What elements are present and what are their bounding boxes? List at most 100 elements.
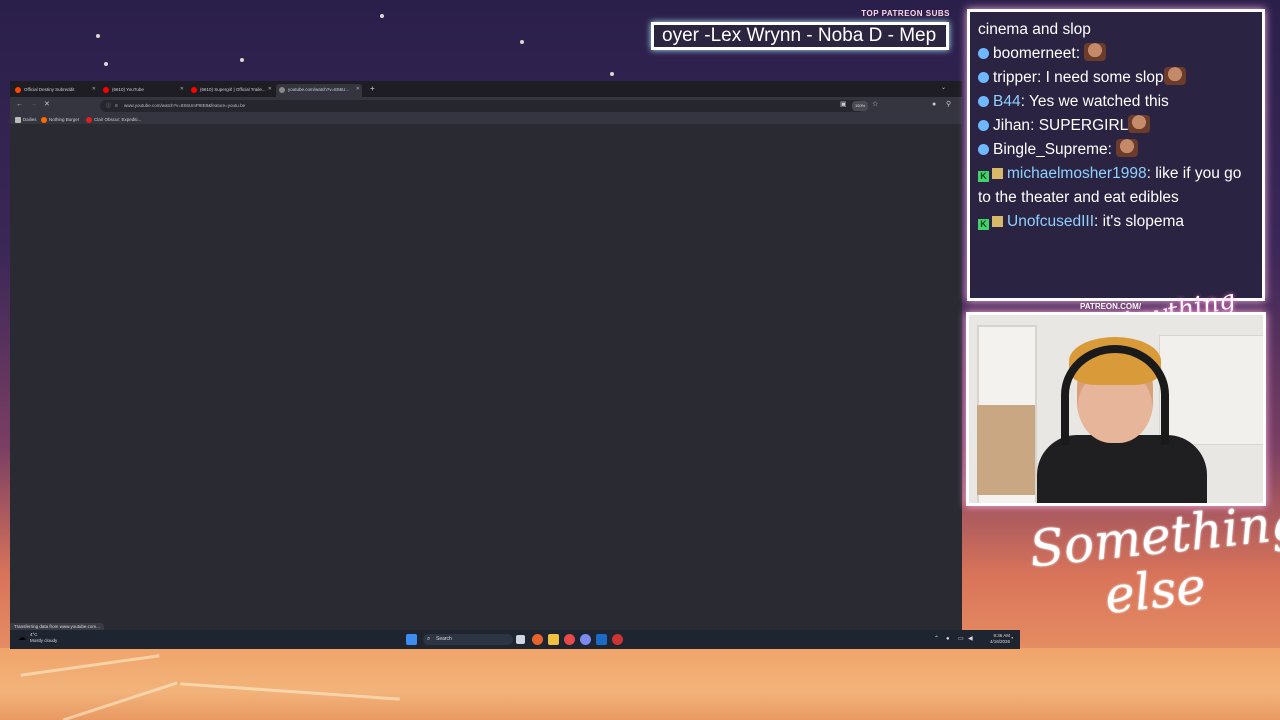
tab-active-youtube-watch[interactable]: youtube.com/watch?v=8S6U... ✕	[276, 84, 362, 97]
weather-desc: Mostly cloudy	[30, 638, 58, 643]
chevron-down-icon[interactable]: ⌄	[941, 84, 946, 91]
chat-text: I need some slop	[1045, 69, 1164, 86]
star	[104, 62, 108, 66]
chat-username[interactable]: B44	[993, 93, 1021, 110]
brave-browser-icon[interactable]	[532, 634, 543, 645]
page-viewport[interactable]	[10, 125, 962, 630]
chat-separator: :	[1094, 213, 1103, 230]
bookmark-dailies[interactable]: Dailies	[15, 115, 37, 125]
zoom-badge[interactable]: 150%	[852, 101, 869, 111]
reddit-icon	[15, 87, 21, 93]
weather-widget[interactable]: 4°C Mostly cloudy	[30, 632, 57, 644]
cast-icon[interactable]: ▣	[840, 101, 847, 109]
folder-icon	[15, 117, 21, 123]
chat-username[interactable]: boomerneet	[993, 45, 1076, 62]
app-icon[interactable]	[580, 634, 591, 645]
file-explorer-icon[interactable]	[548, 634, 559, 645]
windows-start-icon[interactable]	[406, 634, 417, 645]
extension-icon[interactable]: ●	[932, 101, 936, 109]
chat-separator: :	[1146, 165, 1156, 182]
url-text: www.youtube.com/watch?v=8S6UmP8tE8&featu…	[124, 103, 246, 108]
chat-message: boomerneet:	[978, 42, 1254, 66]
bookmark-favicon-icon	[86, 117, 92, 123]
room-shelf	[977, 405, 1035, 495]
tab-youtube[interactable]: (6610) YouTube ✕	[100, 84, 186, 97]
weather-cloud-icon[interactable]: ☁	[18, 633, 26, 643]
search-label: Search	[436, 636, 452, 642]
network-icon[interactable]: ▭	[958, 634, 964, 645]
bookmark-label: Dailies	[23, 117, 37, 122]
star-icon[interactable]: ☆	[872, 101, 878, 109]
tab-destiny-subreddit[interactable]: Official Destiny Subreddit ✕	[12, 84, 98, 97]
prime-badge-icon	[978, 120, 989, 131]
stream-chat-box: cinema and slop boomerneet: tripper: I ne…	[967, 9, 1265, 301]
tab-bar: Official Destiny Subreddit ✕ (6610) YouT…	[10, 81, 962, 97]
notification-icon[interactable]: ◔	[1010, 634, 1014, 645]
clock-date: 4/16/2026	[989, 639, 1010, 644]
browser-toolbar: ← → ✕ ⓘ ≡ www.youtube.com/watch?v=8S6UmP…	[10, 97, 962, 115]
chat-separator: :	[1030, 117, 1039, 134]
task-view-icon[interactable]	[516, 635, 525, 644]
tab-supergirl-trailer[interactable]: (6610) Supergirl | Official Traile... ✕	[188, 84, 274, 97]
steam-icon[interactable]	[596, 634, 607, 645]
close-icon[interactable]: ✕	[180, 84, 184, 95]
chevron-up-icon[interactable]: ⌃	[934, 634, 939, 645]
address-bar[interactable]: ⓘ ≡ www.youtube.com/watch?v=8S6UmP8tE8&f…	[100, 100, 864, 112]
bookmark-nothing-burger[interactable]: Nothing Burger	[41, 115, 79, 125]
emote-icon	[1128, 115, 1151, 133]
new-tab-button[interactable]: +	[370, 84, 375, 94]
tune-icon[interactable]: ≡	[115, 100, 118, 112]
prime-badge-icon	[978, 72, 989, 83]
tab-label: (6610) Supergirl | Official Traile...	[200, 87, 266, 92]
tab-label: Official Destiny Subreddit	[24, 87, 75, 92]
chat-username[interactable]: Bingle_Supreme	[993, 141, 1108, 158]
prime-badge-icon	[978, 96, 989, 107]
bookmark-clair-obscur[interactable]: Clair Obscur: Expediti...	[86, 115, 141, 125]
sub-badge-icon	[992, 168, 1003, 179]
star	[240, 58, 244, 62]
tab-label: (6610) YouTube	[112, 87, 144, 92]
chat-text: Yes we watched this	[1028, 93, 1169, 110]
star	[520, 40, 524, 44]
chat-separator: :	[1075, 45, 1085, 62]
chat-username[interactable]: Jihan	[993, 117, 1030, 134]
microphone-icon[interactable]: ●	[946, 634, 950, 645]
prime-badge-icon	[978, 144, 989, 155]
close-icon[interactable]: ✕	[268, 84, 272, 95]
headset	[1061, 345, 1169, 445]
chat-separator: :	[1107, 141, 1117, 158]
kick-badge-icon: K	[978, 171, 989, 182]
windows-taskbar: ☁ 4°C Mostly cloudy ⌕ Search ⌃ ● ▭ ◀ 9:3…	[10, 630, 1020, 649]
close-icon[interactable]: ✕	[356, 84, 360, 95]
chat-message: tripper: I need some slop	[978, 66, 1254, 90]
bookmark-label: Nothing Burger	[49, 117, 80, 122]
obs-icon[interactable]	[612, 634, 623, 645]
chat-username[interactable]: tripper	[993, 69, 1037, 86]
volume-icon[interactable]: ◀	[968, 634, 973, 645]
kick-badge-icon: K	[978, 219, 989, 230]
patreon-url: PATREON.COM/	[1080, 302, 1142, 311]
info-icon[interactable]: ⓘ	[106, 100, 111, 112]
back-arrow-icon[interactable]: ←	[16, 101, 23, 109]
bookmarks-bar: Dailies Nothing Burger Clair Obscur: Exp…	[10, 115, 962, 125]
chat-username[interactable]: michaelmosher1998	[1007, 165, 1147, 182]
app-icon[interactable]	[564, 634, 575, 645]
chat-message: cinema and slop	[978, 18, 1254, 42]
chat-username[interactable]: UnofcusedIII	[1007, 213, 1094, 230]
close-icon[interactable]: ✕	[92, 84, 96, 95]
youtube-icon	[103, 87, 109, 93]
taskbar-search[interactable]: ⌕ Search	[423, 634, 513, 645]
forward-arrow-icon[interactable]: →	[30, 101, 37, 109]
top-patreon-subs-label: TOP PATREON SUBS	[861, 9, 950, 18]
puzzle-icon[interactable]: ⚲	[946, 101, 951, 109]
webcam-feed	[966, 312, 1266, 506]
bookmark-label: Clair Obscur: Expediti...	[94, 117, 142, 122]
chat-text: cinema and slop	[978, 21, 1091, 38]
stop-loading-icon[interactable]: ✕	[44, 101, 50, 109]
emote-icon	[1116, 139, 1139, 157]
taskbar-clock[interactable]: 9:36 AM 4/16/2026	[982, 633, 1010, 645]
chat-message: Kmichaelmosher1998: like if you go to th…	[978, 162, 1254, 210]
youtube-icon	[191, 87, 197, 93]
chat-message: Bingle_Supreme:	[978, 138, 1254, 162]
room-cabinet	[1159, 335, 1263, 445]
